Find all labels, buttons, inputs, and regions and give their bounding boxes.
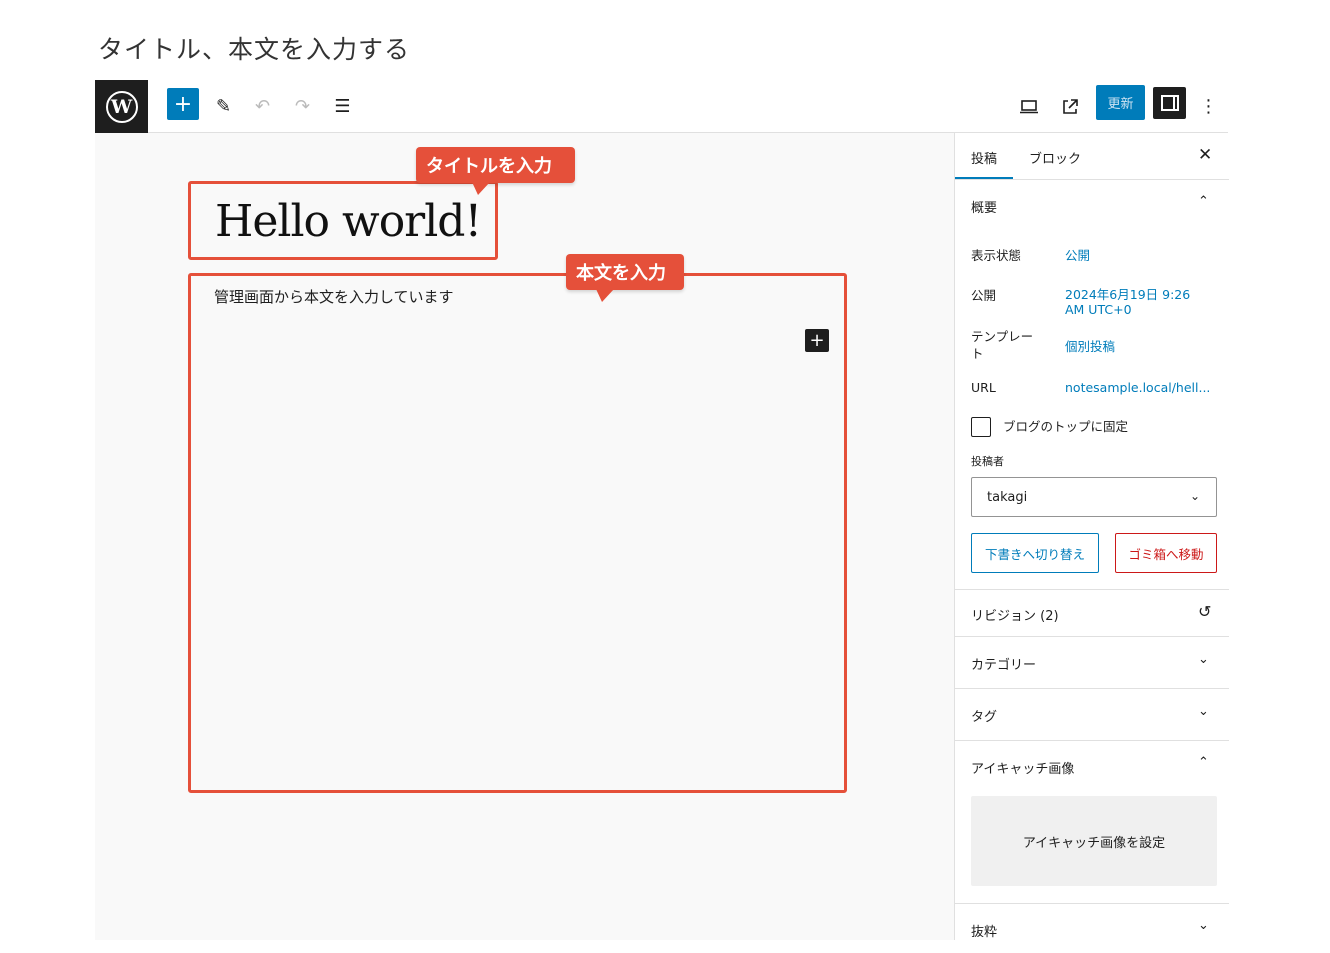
editor-toolbar: W + ✎ ↶ ↷ ☰ 更新 ⋮	[95, 80, 1228, 133]
paragraph-block[interactable]: 管理画面から本文を入力しています	[214, 286, 454, 307]
wordpress-logo-button[interactable]: W	[95, 80, 148, 133]
preview-device-icon[interactable]	[1012, 90, 1045, 123]
move-to-trash-button[interactable]: ゴミ箱へ移動	[1115, 533, 1217, 573]
sidebar-tabs: 投稿 ブロック ✕	[955, 133, 1229, 180]
edit-tool-icon[interactable]: ✎	[207, 90, 240, 123]
editor-canvas: Hello world! 管理画面から本文を入力しています + タイトルを入力 …	[95, 133, 954, 940]
redo-icon[interactable]: ↷	[286, 90, 319, 123]
author-select[interactable]: takagi ⌄	[971, 477, 1217, 517]
publish-label: 公開	[971, 288, 997, 303]
title-callout: タイトルを入力	[416, 147, 575, 195]
chevron-up-icon: ⌃	[1198, 755, 1209, 770]
settings-sidebar: 投稿 ブロック ✕ 概要 ⌃ 表示状態 公開 公開 2024年6月19日 9:2…	[954, 133, 1229, 940]
excerpt-label: 抜粋	[971, 925, 998, 940]
update-button[interactable]: 更新	[1096, 85, 1145, 120]
laptop-icon	[1019, 99, 1038, 113]
template-label: テンプレート	[971, 329, 1034, 361]
author-value: takagi	[987, 490, 1028, 505]
excerpt-panel[interactable]: 抜粋 ⌄	[955, 903, 1229, 953]
chevron-up-icon: ⌃	[1198, 194, 1209, 209]
url-value[interactable]: notesample.local/hell...	[1065, 380, 1210, 395]
featured-image-label: アイキャッチ画像	[971, 762, 1075, 777]
tags-panel[interactable]: タグ ⌄	[955, 689, 1229, 741]
tab-block[interactable]: ブロック	[1029, 148, 1081, 167]
body-callout: 本文を入力	[566, 254, 684, 302]
tab-post[interactable]: 投稿	[971, 148, 997, 167]
chevron-down-icon: ⌄	[1198, 704, 1209, 719]
set-featured-image-button[interactable]: アイキャッチ画像を設定	[971, 796, 1217, 886]
active-tab-indicator	[955, 177, 1013, 179]
revisions-panel[interactable]: リビジョン (2) ↺	[955, 589, 1229, 637]
settings-toggle-button[interactable]	[1153, 87, 1186, 119]
categories-label: カテゴリー	[971, 658, 1037, 673]
post-title-block[interactable]: Hello world!	[188, 181, 498, 260]
document-overview-icon[interactable]: ☰	[326, 90, 359, 123]
view-post-button[interactable]	[1053, 90, 1086, 123]
chevron-down-icon: ⌄	[1198, 918, 1209, 933]
add-block-button[interactable]: +	[167, 88, 199, 120]
post-title[interactable]: Hello world!	[215, 196, 482, 247]
more-options-icon[interactable]: ⋮	[1192, 90, 1225, 123]
template-value[interactable]: 個別投稿	[1065, 339, 1115, 354]
visibility-label: 表示状態	[971, 248, 1022, 263]
chevron-down-icon: ⌄	[1189, 489, 1200, 503]
publish-date-value[interactable]: 2024年6月19日 9:26 AM UTC+0	[1065, 287, 1205, 317]
block-inserter-icon[interactable]: +	[805, 329, 829, 352]
switch-to-draft-button[interactable]: 下書きへ切り替え	[971, 533, 1099, 573]
url-label: URL	[971, 380, 996, 395]
sidebar-icon	[1160, 95, 1179, 111]
sticky-label: ブログのトップに固定	[1003, 419, 1129, 434]
categories-panel[interactable]: カテゴリー ⌄	[955, 637, 1229, 689]
author-label: 投稿者	[971, 455, 1004, 468]
undo-icon[interactable]: ↶	[246, 90, 279, 123]
history-icon: ↺	[1198, 602, 1212, 621]
chevron-down-icon: ⌄	[1198, 652, 1209, 667]
revisions-label: リビジョン (2)	[971, 609, 1059, 624]
close-icon[interactable]: ✕	[1198, 145, 1212, 165]
sticky-checkbox[interactable]	[971, 417, 991, 437]
wordpress-icon: W	[105, 90, 138, 123]
tags-label: タグ	[971, 710, 998, 725]
external-link-icon	[1062, 98, 1078, 114]
summary-panel-header[interactable]: 概要 ⌃	[955, 180, 1229, 230]
block-editor: W + ✎ ↶ ↷ ☰ 更新 ⋮ Hello world! 管理画面から本文を入…	[95, 80, 1229, 940]
post-content-block[interactable]: 管理画面から本文を入力しています +	[188, 273, 847, 793]
page-heading: タイトル、本文を入力する	[98, 35, 411, 64]
summary-label: 概要	[971, 201, 998, 216]
featured-image-panel-header[interactable]: アイキャッチ画像 ⌃	[955, 741, 1229, 791]
visibility-value[interactable]: 公開	[1065, 248, 1090, 263]
